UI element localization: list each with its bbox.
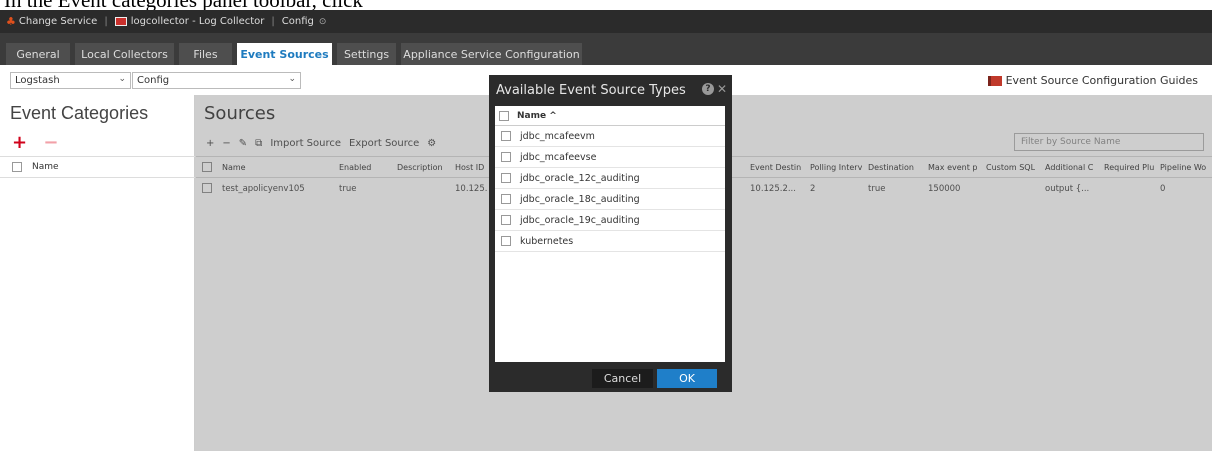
list-header: Name ^ — [495, 106, 725, 126]
categories-table-header: Name — [0, 156, 195, 178]
tab-files[interactable]: Files — [179, 43, 232, 65]
change-service-link[interactable]: ♣ Change Service — [0, 15, 97, 28]
cancel-button[interactable]: Cancel — [592, 369, 653, 388]
select-all-checkbox[interactable] — [499, 110, 509, 121]
dialog-title-icons: ? ✕ — [701, 82, 727, 96]
row-checkbox[interactable] — [501, 194, 511, 204]
collector-label: logcollector - Log Collector — [130, 16, 265, 27]
config-label: Config — [281, 16, 314, 27]
chevron-down-icon: ⊙ — [318, 16, 327, 27]
tab-local-collectors[interactable]: Local Collectors — [75, 43, 174, 65]
tab-bar: General Local Collectors Files Event Sou… — [0, 33, 1212, 65]
item-label: kubernetes — [520, 235, 574, 247]
column-header-name[interactable]: Name ^ — [517, 111, 557, 121]
ok-button[interactable]: OK — [657, 369, 717, 388]
select-value: Logstash — [15, 75, 60, 86]
panel-title: Event Categories — [10, 103, 149, 123]
select-value: Config — [137, 75, 170, 86]
collector-icon — [114, 17, 127, 26]
tab-appliance-service-configuration[interactable]: Appliance Service Configuration — [401, 43, 582, 65]
list-item[interactable]: jdbc_oracle_19c_auditing — [495, 210, 725, 231]
tab-event-sources[interactable]: Event Sources — [237, 43, 332, 65]
list-item[interactable]: jdbc_oracle_12c_auditing — [495, 168, 725, 189]
column-header-name: Name — [32, 162, 59, 172]
row-checkbox[interactable] — [501, 131, 511, 141]
collector-link[interactable]: logcollector - Log Collector — [114, 16, 265, 27]
caption-text: In the Event categories panel toolbar, c… — [4, 0, 363, 10]
collector-type-select[interactable]: Logstash ⌄ — [10, 72, 131, 89]
row-checkbox[interactable] — [501, 236, 511, 246]
change-service-label: Change Service — [18, 16, 98, 27]
item-label: jdbc_oracle_19c_auditing — [520, 214, 640, 226]
available-event-source-types-dialog: Available Event Source Types ? ✕ Name ^ … — [489, 75, 732, 392]
item-label: jdbc_mcafeevse — [520, 151, 597, 163]
config-menu[interactable]: Config ⊙ — [282, 16, 327, 27]
separator: | — [104, 16, 108, 27]
event-categories-panel: Event Categories + − Name — [0, 95, 195, 451]
config-guides-link[interactable]: Event Source Configuration Guides — [987, 74, 1198, 87]
item-label: jdbc_mcafeevm — [520, 130, 595, 142]
item-label: jdbc_oracle_12c_auditing — [520, 172, 640, 184]
list-item[interactable]: kubernetes — [495, 231, 725, 252]
tab-general[interactable]: General — [6, 43, 70, 65]
dialog-footer: Cancel OK — [489, 368, 732, 392]
book-icon — [987, 75, 1002, 86]
tab-settings[interactable]: Settings — [337, 43, 396, 65]
config-select[interactable]: Config ⌄ — [132, 72, 301, 89]
event-source-types-list: Name ^ jdbc_mcafeevm jdbc_mcafeevse jdbc… — [495, 106, 725, 362]
separator: | — [271, 16, 275, 27]
categories-toolbar: + − — [12, 132, 58, 153]
service-icon: ♣ — [6, 15, 16, 28]
list-item[interactable]: jdbc_oracle_18c_auditing — [495, 189, 725, 210]
help-icon[interactable]: ? — [701, 83, 714, 95]
top-bar: ♣ Change Service | logcollector - Log Co… — [0, 10, 1212, 33]
chevron-down-icon: ⌄ — [118, 74, 126, 84]
dialog-title: Available Event Source Types — [496, 83, 686, 98]
row-checkbox[interactable] — [501, 173, 511, 183]
chevron-down-icon: ⌄ — [288, 74, 296, 84]
row-checkbox[interactable] — [501, 215, 511, 225]
select-all-checkbox[interactable] — [12, 162, 22, 172]
remove-icon[interactable]: − — [43, 132, 58, 153]
list-item[interactable]: jdbc_mcafeevm — [495, 126, 725, 147]
guides-label: Event Source Configuration Guides — [1005, 74, 1198, 87]
instruction-caption: In the Event categories panel toolbar, c… — [0, 0, 1212, 10]
list-item[interactable]: jdbc_mcafeevse — [495, 147, 725, 168]
row-checkbox[interactable] — [501, 152, 511, 162]
close-icon[interactable]: ✕ — [717, 82, 727, 96]
add-icon[interactable]: + — [12, 132, 27, 153]
item-label: jdbc_oracle_18c_auditing — [520, 193, 640, 205]
